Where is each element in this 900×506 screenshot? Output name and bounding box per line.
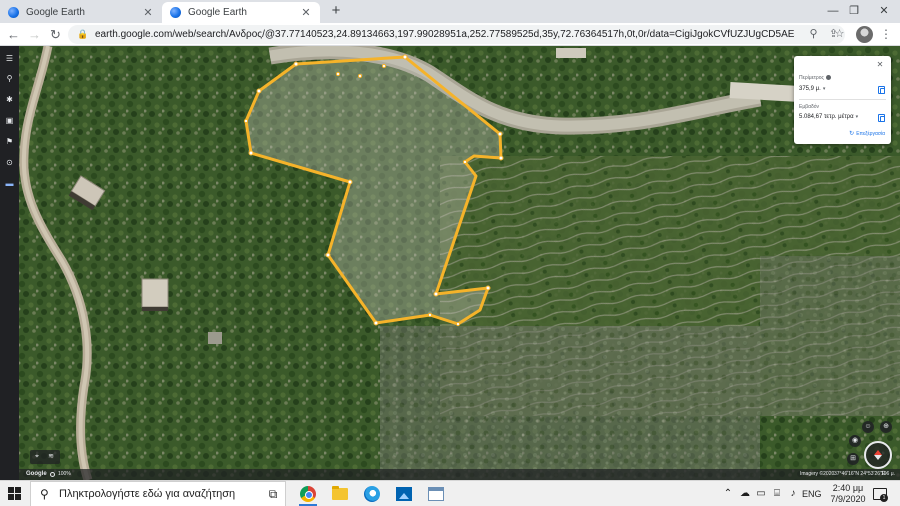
edge-taskbar-button[interactable] [360,484,384,504]
pin-icon[interactable]: ⌖ [30,450,44,464]
unit-dropdown-icon[interactable]: ▾ [823,86,826,92]
i-feel-lucky-icon[interactable]: ▣ [3,114,16,127]
close-measure-button[interactable]: ✕ [875,60,885,70]
compass-icon[interactable] [864,441,892,469]
globe-icon [50,472,55,477]
file-explorer-icon [332,486,348,500]
restore-button[interactable]: ❐ [843,2,865,20]
photos-taskbar-button[interactable] [392,484,416,504]
chrome-icon [300,486,316,502]
copy-area-icon[interactable] [878,114,885,122]
google-earth-favicon-icon [8,7,19,18]
area-value: 5.084,67 τετρ. μέτρα [799,114,854,120]
share-icon[interactable]: ⊙ [3,156,16,169]
windows-start-icon[interactable] [8,487,22,501]
imagery-credits[interactable]: Imagery ©2020 [800,469,834,480]
cloud-icon[interactable]: ☁ [738,487,752,501]
back-button[interactable]: ← [5,26,22,43]
copy-perimeter-icon[interactable] [878,86,885,94]
windows-taskbar: ⚲ Πληκτρολογήστε εδώ για αναζήτηση ⧉ ⌃ ☁… [0,480,900,506]
profile-avatar[interactable] [856,26,873,43]
edit-measurement-link[interactable]: ↻ Επεξέργασία [849,130,885,137]
perimeter-label: Περίμετρος [799,75,824,81]
loading-percent: 100% [58,471,71,477]
google-earth-favicon-icon [170,7,181,18]
show-hidden-icons-icon[interactable]: ⌃ [721,487,735,501]
unit-dropdown-icon[interactable]: ▾ [856,114,859,120]
minimize-button[interactable]: — [822,2,844,20]
edge-icon [364,486,380,502]
earth-map-viewport[interactable]: ✕ Περίμετρος 375,9 μ. ▾ Εμβαδόν 5.084,67 … [0,46,900,480]
window-icon [428,487,444,501]
perimeter-value: 375,9 μ. [799,86,821,92]
edit-label: Επεξέργασία [856,131,885,137]
file-explorer-taskbar-button[interactable] [328,484,352,504]
star-icon[interactable]: ☆ [832,27,847,42]
satellite-map[interactable] [0,46,900,480]
earth-left-rail: ☰ ⚲ ✱ ▣ ⚑ ⊙ ▬ [0,46,19,480]
edit-icon: ↻ [849,131,855,137]
location-icon[interactable]: ⊕ [880,421,892,433]
perimeter-value-row[interactable]: 375,9 μ. ▾ [799,86,825,92]
key-icon[interactable]: ⚲ [806,27,821,42]
info-icon[interactable] [825,75,831,81]
layers-icon[interactable]: ≋ [44,450,58,464]
photos-icon [396,487,412,501]
volume-icon[interactable]: ♪ [786,487,800,501]
perimeter-label-row: Περίμετρος [799,75,831,81]
address-bar[interactable]: 🔒 earth.google.com/web/search/Ανδρος/@37… [68,25,845,44]
url-text[interactable]: earth.google.com/web/search/Ανδρος/@37.7… [95,25,795,44]
lock-icon[interactable]: 🔒 [77,28,89,41]
pegman-icon[interactable]: ☺ [862,421,874,433]
more-menu-icon[interactable]: ⋮ [878,26,894,43]
search-icon[interactable]: ⚲ [3,72,16,85]
measure-distance-area-panel: ✕ Περίμετρος 375,9 μ. ▾ Εμβαδόν 5.084,67 … [794,56,891,144]
taskbar-clock[interactable]: 2:40 μμ 7/9/2020 [828,483,868,505]
close-window-button[interactable]: ✕ [873,2,895,20]
divider [799,99,886,100]
area-value-row[interactable]: 5.084,67 τετρ. μέτρα ▾ [799,114,858,120]
search-icon: ⚲ [40,487,49,501]
tab-google-earth-2[interactable]: Google Earth ✕ [162,2,320,23]
tab-google-earth-1[interactable]: Google Earth ✕ [0,2,162,23]
notification-count: 1 [880,494,888,502]
google-logo: Google [26,471,47,477]
coordinates-readout: 37°46'16"N 24°53'26"E [834,471,886,477]
input-language[interactable]: ENG [802,481,822,506]
action-center-icon[interactable]: 1 [872,487,888,502]
3d-toggle-icon[interactable]: ◉ [849,435,861,447]
camera-altitude: 196 μ. [881,471,896,477]
view-toggle[interactable]: ⌖ ≋ [30,450,60,464]
screen: Google Earth ✕ Google Earth ✕ + — ❐ ✕ ← … [0,0,900,506]
compass-needle-icon [874,450,882,460]
browser-tab-strip: Google Earth ✕ Google Earth ✕ + — ❐ ✕ [0,0,900,23]
area-label: Εμβαδόν [799,104,820,110]
measure-icon[interactable]: ▬ [3,177,16,190]
tab-title: Google Earth [26,7,85,18]
clock-date: 7/9/2020 [830,494,866,504]
building [141,278,169,311]
taskbar-search-box[interactable]: ⚲ Πληκτρολογήστε εδώ για αναζήτηση [30,481,286,506]
tab-close-icon[interactable]: ✕ [142,6,154,19]
menu-icon[interactable]: ☰ [3,52,16,65]
window-taskbar-button[interactable] [424,484,448,504]
voyager-icon[interactable]: ✱ [3,93,16,106]
new-tab-button[interactable]: + [328,3,344,19]
tab-title: Google Earth [188,7,247,18]
clock-time: 2:40 μμ [832,483,864,493]
search-placeholder: Πληκτρολογήστε εδώ για αναζήτηση [59,488,236,500]
zoom-icon[interactable]: ⊞ [847,453,859,465]
browser-toolbar: ← → ↻ 🔒 earth.google.com/web/search/Ανδρ… [0,23,900,46]
chrome-taskbar-button[interactable] [296,484,320,506]
forward-button[interactable]: → [26,26,43,43]
task-view-icon[interactable]: ⧉ [266,487,280,501]
projects-icon[interactable]: ⚑ [3,135,16,148]
network-icon[interactable]: ⌸ [770,487,784,501]
tab-close-icon[interactable]: ✕ [300,6,312,19]
earth-status-bar: Google 100% Imagery ©2020 37°46'16"N 24°… [19,469,900,480]
reload-button[interactable]: ↻ [47,26,64,43]
battery-icon[interactable]: ▭ [754,487,768,501]
